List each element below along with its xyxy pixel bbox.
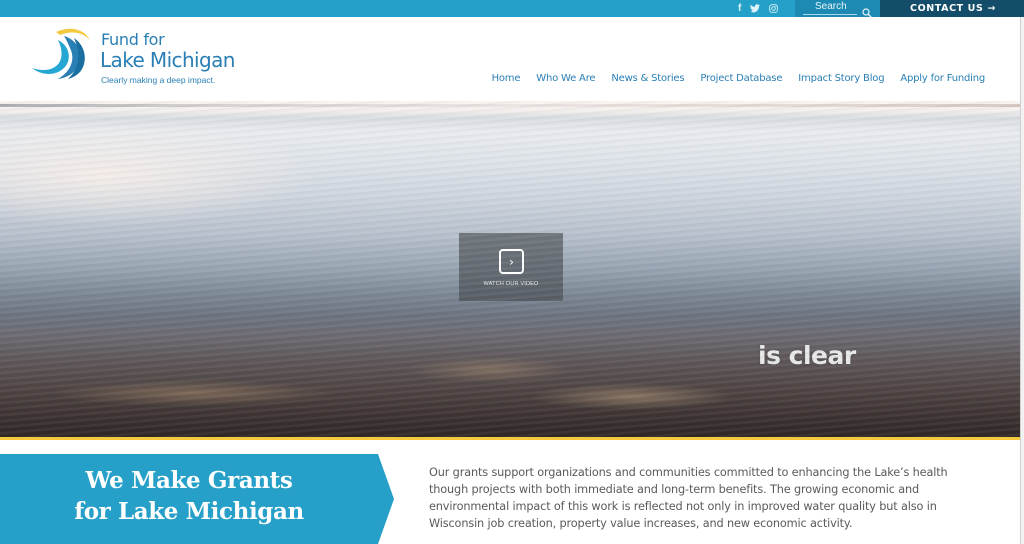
logo-tagline: Clearly making a deep impact. bbox=[101, 75, 216, 85]
search-placeholder[interactable]: Search bbox=[815, 1, 847, 12]
nav-news-stories[interactable]: News & Stories bbox=[611, 73, 684, 84]
nav-home[interactable]: Home bbox=[492, 73, 521, 84]
gold-divider bbox=[0, 437, 1020, 440]
banner-title: We Make Grants for Lake Michigan bbox=[0, 465, 378, 527]
site-header: Fund for Lake Michigan Clearly making a … bbox=[0, 17, 1024, 101]
play-icon: › bbox=[499, 249, 524, 274]
nav-apply-for-funding[interactable]: Apply for Funding bbox=[900, 73, 985, 84]
twitter-icon[interactable] bbox=[750, 4, 761, 13]
scrollbar[interactable] bbox=[1020, 17, 1024, 544]
intro-paragraph: Our grants support organizations and com… bbox=[429, 466, 948, 530]
instagram-icon[interactable] bbox=[769, 4, 779, 13]
chevron-right-icon: › bbox=[509, 254, 514, 269]
hero-caption: is clear bbox=[758, 341, 856, 370]
social-links: f bbox=[738, 0, 779, 17]
watch-video-button[interactable]: › WATCH OUR VIDEO bbox=[459, 233, 563, 301]
horizon-line bbox=[0, 104, 1020, 107]
banner-title-line2: for Lake Michigan bbox=[74, 498, 304, 525]
grants-banner: We Make Grants for Lake Michigan bbox=[0, 454, 394, 544]
hero-video-banner: › WATCH OUR VIDEO is clear bbox=[0, 101, 1020, 437]
utility-bar: f Search CONTACT US → bbox=[0, 0, 1024, 18]
search-underline bbox=[803, 14, 857, 15]
main-nav: Home Who We Are News & Stories Project D… bbox=[492, 73, 986, 84]
nav-impact-story-blog[interactable]: Impact Story Blog bbox=[798, 73, 884, 84]
nav-project-database[interactable]: Project Database bbox=[700, 73, 782, 84]
logo-title-line1: Fund for bbox=[101, 30, 165, 49]
banner-title-line1: We Make Grants bbox=[85, 467, 293, 494]
contact-us-button[interactable]: CONTACT US → bbox=[880, 0, 1024, 17]
logo-title-line2: Lake Michigan bbox=[100, 48, 235, 72]
wave-logo-icon bbox=[32, 28, 90, 79]
facebook-icon[interactable]: f bbox=[738, 0, 741, 17]
search-field[interactable]: Search bbox=[795, 0, 880, 18]
nav-who-we-are[interactable]: Who We Are bbox=[536, 73, 595, 84]
logo[interactable]: Fund for Lake Michigan Clearly making a … bbox=[28, 26, 268, 96]
watch-video-label: WATCH OUR VIDEO bbox=[483, 281, 539, 287]
